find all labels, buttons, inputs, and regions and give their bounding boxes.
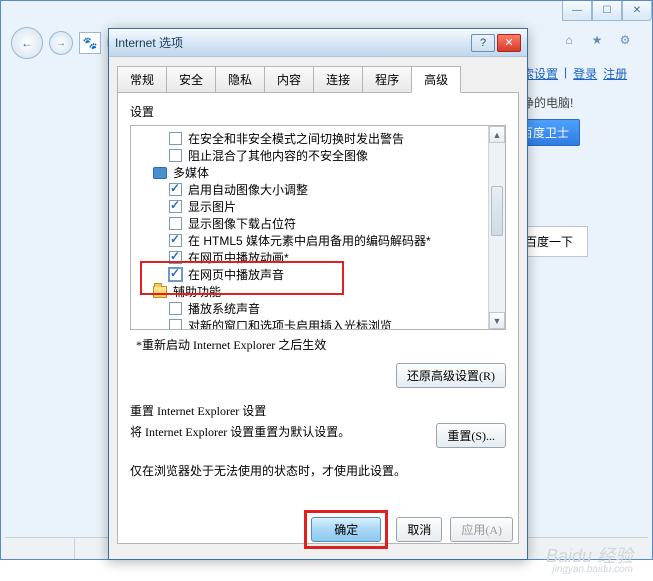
advanced-panel: 设置 在安全和非安全模式之间切换时发出警告 阻止混合了其他内容的不安全图像 多媒…	[117, 92, 519, 544]
side-message: 经净的电脑!	[510, 94, 640, 111]
window-controls: — ☐ ✕	[562, 1, 652, 21]
dialog-titlebar: Internet 选项 ? ✕	[109, 29, 527, 57]
tab-privacy[interactable]: 隐私	[215, 66, 265, 93]
tree-label: 在 HTML5 媒体元素中启用备用的编码解码器*	[188, 232, 431, 249]
checkbox[interactable]	[169, 183, 182, 196]
tab-security[interactable]: 安全	[166, 66, 216, 93]
tab-general[interactable]: 常规	[117, 66, 167, 93]
help-button[interactable]: ?	[471, 34, 495, 52]
tree-row: 在安全和非安全模式之间切换时发出警告	[139, 130, 505, 147]
cancel-button[interactable]: 取消	[396, 517, 442, 542]
maximize-button[interactable]: ☐	[592, 1, 622, 21]
toolbar-icons: ⌂ ★ ⚙	[560, 31, 634, 49]
restore-defaults-button[interactable]: 还原高级设置(R)	[396, 363, 506, 388]
link-register[interactable]: 注册	[603, 65, 627, 82]
internet-options-dialog: Internet 选项 ? ✕ 常规 安全 隐私 内容 连接 程序 高级 设置 …	[108, 28, 528, 560]
apply-button[interactable]: 应用(A)	[450, 517, 513, 542]
checkbox[interactable]	[169, 200, 182, 213]
tab-connections[interactable]: 连接	[313, 66, 363, 93]
tree-label: 在网页中播放声音	[188, 266, 284, 283]
bottom-tab[interactable]	[5, 538, 75, 559]
checkbox[interactable]	[169, 319, 182, 330]
page-sidebar: 搜索设置 | 登录 注册 经净的电脑! 百度卫士 百度一下	[510, 65, 640, 257]
tab-content[interactable]: 内容	[264, 66, 314, 93]
checkbox[interactable]	[169, 132, 182, 145]
tree-row: 显示图像下载占位符	[139, 215, 505, 232]
tree-label: 多媒体	[173, 164, 209, 181]
tree-label: 显示图片	[188, 198, 236, 215]
tree-label: 在安全和非安全模式之间切换时发出警告	[188, 130, 404, 147]
home-icon[interactable]: ⌂	[560, 31, 578, 49]
close-window-button[interactable]: ✕	[622, 1, 652, 21]
forward-button[interactable]: →	[49, 31, 73, 55]
tree-label: 显示图像下载占位符	[188, 215, 296, 232]
tree-label: 播放系统声音	[188, 300, 260, 317]
back-button[interactable]: ←	[11, 27, 43, 59]
favorite-icon[interactable]: ★	[588, 31, 606, 49]
tab-strip: 常规 安全 隐私 内容 连接 程序 高级	[117, 66, 519, 93]
checkbox-play-sound[interactable]	[169, 268, 182, 281]
checkbox[interactable]	[169, 149, 182, 162]
tree-row: 在 HTML5 媒体元素中启用备用的编码解码器*	[139, 232, 505, 249]
tree-row: 辅助功能	[139, 283, 505, 300]
tree-label: 对新的窗口和选项卡启用插入光标浏览	[188, 317, 392, 330]
ok-button[interactable]: 确定	[311, 517, 381, 542]
tree-row: 多媒体	[139, 164, 505, 181]
checkbox[interactable]	[169, 251, 182, 264]
tab-programs[interactable]: 程序	[362, 66, 412, 93]
tree-row: 播放系统声音	[139, 300, 505, 317]
tree-label: 启用自动图像大小调整	[188, 181, 308, 198]
checkbox[interactable]	[169, 302, 182, 315]
folder-icon	[153, 286, 167, 298]
tree-label: 辅助功能	[173, 283, 221, 300]
tab-advanced[interactable]: 高级	[411, 66, 461, 93]
side-links: 搜索设置 | 登录 注册	[510, 65, 640, 82]
close-dialog-button[interactable]: ✕	[497, 34, 521, 52]
tree-row: 在网页中播放声音	[139, 266, 505, 283]
scroll-down-icon[interactable]: ▼	[489, 312, 505, 329]
restart-note: *重新启动 Internet Explorer 之后生效	[136, 336, 506, 353]
reset-section-title: 重置 Internet Explorer 设置	[130, 402, 506, 419]
tree-row: 启用自动图像大小调整	[139, 181, 505, 198]
settings-tree[interactable]: 在安全和非安全模式之间切换时发出警告 阻止混合了其他内容的不安全图像 多媒体 启…	[130, 125, 506, 330]
minimize-button[interactable]: —	[562, 1, 592, 21]
site-icon: 🐾	[79, 32, 101, 54]
tree-label: 阻止混合了其他内容的不安全图像	[188, 147, 368, 164]
tree-row: 阻止混合了其他内容的不安全图像	[139, 147, 505, 164]
tree-row: 显示图片	[139, 198, 505, 215]
vertical-scrollbar[interactable]: ▲ ▼	[488, 126, 505, 329]
highlight-annotation-ok: 确定	[304, 510, 388, 549]
gear-icon[interactable]: ⚙	[616, 31, 634, 49]
reset-button[interactable]: 重置(S)...	[436, 423, 506, 448]
reset-description: 将 Internet Explorer 设置重置为默认设置。	[130, 423, 428, 440]
scroll-thumb[interactable]	[491, 186, 503, 236]
checkbox[interactable]	[169, 217, 182, 230]
reset-warning: 仅在浏览器处于无法使用的状态时，才使用此设置。	[130, 462, 506, 479]
dialog-buttons: 确定 取消 应用(A)	[304, 510, 513, 549]
scroll-up-icon[interactable]: ▲	[489, 126, 505, 143]
tree-label: 在网页中播放动画*	[188, 249, 289, 266]
dialog-title: Internet 选项	[115, 34, 471, 51]
tree-row: 在网页中播放动画*	[139, 249, 505, 266]
settings-label: 设置	[130, 103, 506, 120]
tree-row: 对新的窗口和选项卡启用插入光标浏览	[139, 317, 505, 330]
multimedia-icon	[153, 167, 167, 179]
checkbox[interactable]	[169, 234, 182, 247]
link-login[interactable]: 登录	[573, 65, 597, 82]
